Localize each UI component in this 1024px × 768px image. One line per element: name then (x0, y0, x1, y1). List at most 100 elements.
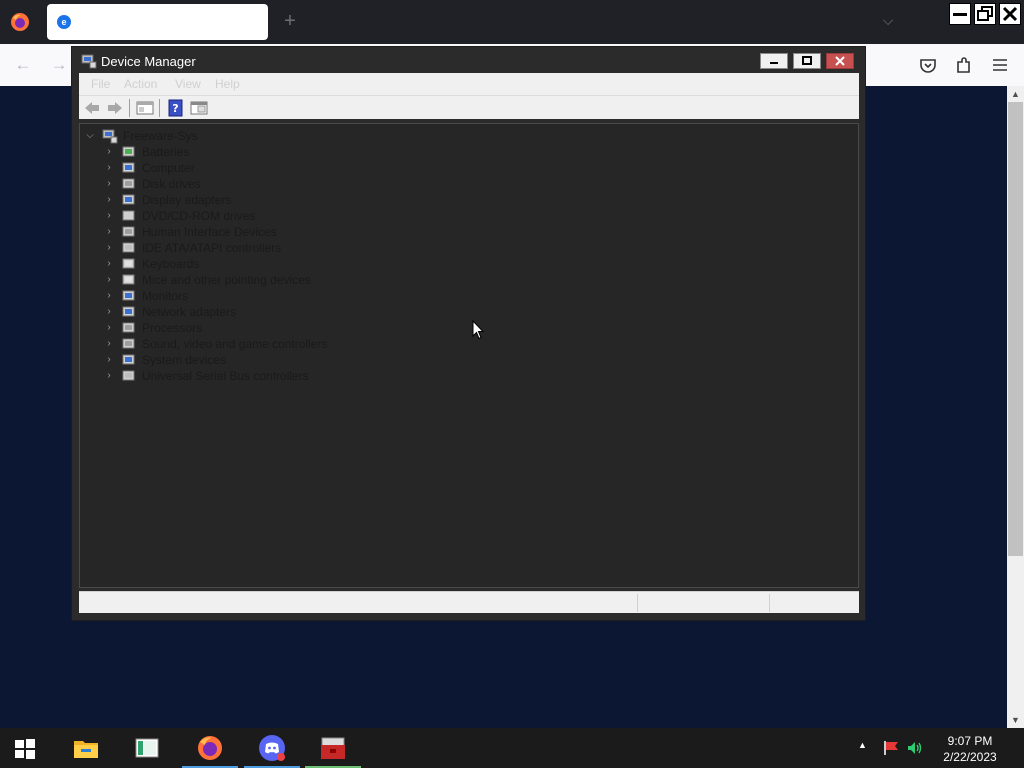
menu-view[interactable]: View (175, 77, 201, 91)
dm-minimize-button[interactable] (760, 53, 788, 69)
tray-overflow-icon[interactable]: ▲ (858, 740, 867, 750)
new-tab-button[interactable]: + (280, 10, 300, 34)
tree-category-row[interactable]: › Batteries (80, 144, 400, 160)
browser-tab-active[interactable]: e (47, 4, 268, 40)
tree-category-row[interactable]: › IDE ATA/ATAPI controllers (80, 240, 400, 256)
category-expander-icon[interactable]: › (104, 352, 114, 368)
clock-date[interactable]: 2/22/2023 (930, 750, 1010, 764)
taskbar-firefox[interactable] (180, 728, 240, 768)
tray-flag-icon[interactable] (882, 740, 900, 756)
pocket-icon[interactable] (917, 54, 939, 76)
taskbar-toolbox-app[interactable] (303, 728, 363, 768)
browser-close-button[interactable] (999, 3, 1021, 25)
category-expander-icon[interactable]: › (104, 208, 114, 224)
category-expander-icon[interactable]: › (104, 320, 114, 336)
toolbar-forward-icon[interactable] (106, 99, 124, 117)
dm-close-button[interactable] (826, 53, 854, 69)
root-expander-icon[interactable]: ⌵ (85, 128, 95, 144)
tree-category-row[interactable]: › Human Interface Devices (80, 224, 400, 240)
taskbar: ▲ 9:07 PM 2/22/2023 (0, 728, 1024, 768)
dm-maximize-button[interactable] (793, 53, 821, 69)
tree-category-label: DVD/CD-ROM drives (142, 209, 256, 223)
tree-category-row[interactable]: › Sound, video and game controllers (80, 336, 400, 352)
tree-category-label: Computer (142, 161, 195, 175)
menu-action[interactable]: Action (124, 77, 157, 91)
status-pane (637, 594, 769, 612)
tree-category-label: Sound, video and game controllers (142, 337, 328, 351)
category-expander-icon[interactable]: › (104, 272, 114, 288)
network-adapter-icon (121, 304, 137, 320)
monitor-icon (121, 288, 137, 304)
menu-help[interactable]: Help (215, 77, 240, 91)
toolbar-show-hide-tree-icon[interactable] (136, 99, 154, 117)
tree-category-row[interactable]: › System devices (80, 352, 400, 368)
windows-start-icon[interactable] (14, 738, 36, 760)
toolbox-app-icon (319, 734, 347, 762)
category-expander-icon[interactable]: › (104, 256, 114, 272)
toolbar-separator (129, 99, 130, 117)
tree-category-row[interactable]: › Keyboards (80, 256, 400, 272)
tree-category-label: Batteries (142, 145, 190, 159)
menu-file[interactable]: File (91, 77, 110, 91)
category-expander-icon[interactable]: › (104, 240, 114, 256)
tree-root-row[interactable]: ⌵ Freeware-Sys (80, 128, 380, 144)
tree-category-row[interactable]: › Display adapters (80, 192, 400, 208)
ide-controller-icon (121, 240, 137, 256)
category-expander-icon[interactable]: › (104, 304, 114, 320)
scroll-up-arrow-icon[interactable]: ▲ (1007, 86, 1024, 102)
clock-time[interactable]: 9:07 PM (930, 734, 1010, 748)
forward-button[interactable]: → (48, 54, 70, 76)
browser-restore-button[interactable] (974, 3, 996, 25)
taskbar-discord[interactable] (242, 728, 302, 768)
file-explorer-icon (72, 734, 100, 762)
scroll-down-arrow-icon[interactable]: ▼ (1007, 712, 1024, 728)
tab-list-button[interactable]: ⌵ (878, 12, 898, 32)
scrollbar-thumb[interactable] (1008, 102, 1023, 556)
tree-category-row[interactable]: › Computer (80, 160, 400, 176)
tree-category-row[interactable]: › Processors (80, 320, 400, 336)
computer-icon (121, 160, 137, 176)
category-expander-icon[interactable]: › (104, 176, 114, 192)
toolbar-back-icon[interactable] (83, 99, 101, 117)
category-expander-icon[interactable]: › (104, 144, 114, 160)
category-expander-icon[interactable]: › (104, 336, 114, 352)
discord-icon (258, 734, 286, 762)
computer-root-icon (102, 128, 118, 144)
browser-minimize-button[interactable] (949, 3, 971, 25)
tree-category-label: Disk drives (142, 177, 201, 191)
extensions-icon[interactable] (953, 54, 975, 76)
tree-category-row[interactable]: › DVD/CD-ROM drives (80, 208, 400, 224)
category-expander-icon[interactable]: › (104, 224, 114, 240)
window-title: Device Manager (101, 54, 196, 69)
tree-category-row[interactable]: › Disk drives (80, 176, 400, 192)
toolbar-help-icon[interactable]: ? (167, 99, 185, 117)
ie-favicon-icon: e (57, 15, 71, 29)
toolbar: ? (79, 95, 859, 119)
taskbar-file-explorer[interactable] (56, 728, 116, 768)
hamburger-menu-icon[interactable] (989, 54, 1011, 76)
processor-icon (121, 320, 137, 336)
category-expander-icon[interactable]: › (104, 288, 114, 304)
toolbar-separator (159, 99, 160, 117)
tree-category-label: Display adapters (142, 193, 232, 207)
tree-category-row[interactable]: › Monitors (80, 288, 400, 304)
tree-category-row[interactable]: › Universal Serial Bus controllers (80, 368, 400, 384)
tray-volume-icon[interactable] (906, 740, 924, 756)
toolbar-properties-icon[interactable] (190, 99, 208, 117)
tree-root-label: Freeware-Sys (123, 129, 198, 143)
device-tree[interactable]: ⌵ Freeware-Sys › Batteries › Computer › Disk … (79, 123, 859, 588)
menu-bar: File Action View Help (79, 73, 859, 95)
category-expander-icon[interactable]: › (104, 192, 114, 208)
tree-category-row[interactable]: › Network adapters (80, 304, 400, 320)
back-button[interactable]: ← (12, 54, 34, 76)
svg-text:?: ? (172, 102, 178, 115)
category-expander-icon[interactable]: › (104, 160, 114, 176)
hid-icon (121, 224, 137, 240)
device-manager-titlebar[interactable]: Device Manager (72, 47, 865, 74)
firefox-logo-icon[interactable] (10, 12, 30, 32)
keyboard-icon (121, 256, 137, 272)
taskbar-notepad-app[interactable] (117, 728, 177, 768)
tree-category-row[interactable]: › Mice and other pointing devices (80, 272, 400, 288)
category-expander-icon[interactable]: › (104, 368, 114, 384)
tree-category-label: System devices (142, 353, 227, 367)
